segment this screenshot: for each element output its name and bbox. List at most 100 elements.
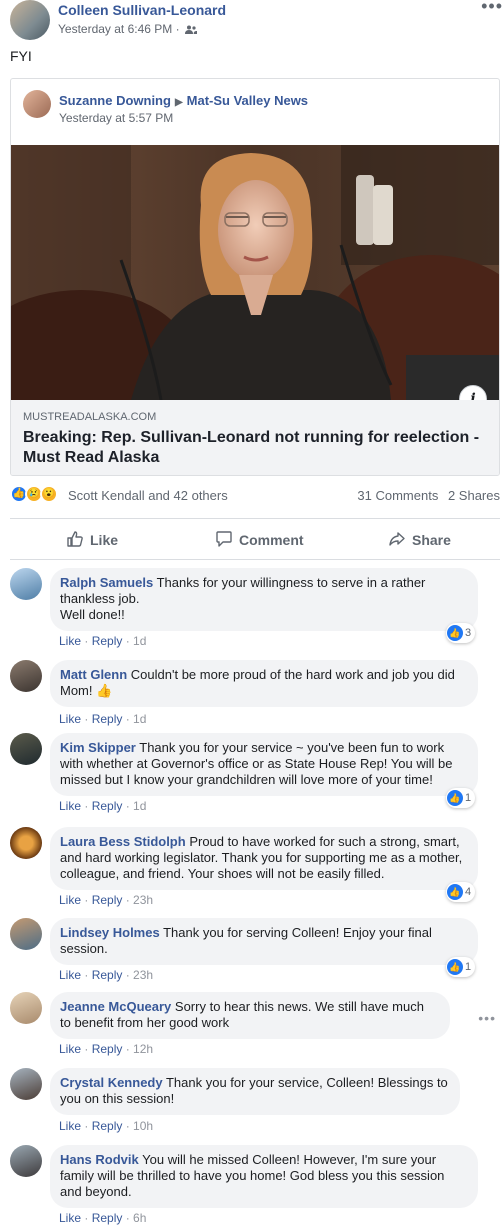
comment-like-count: 4 <box>465 886 472 898</box>
comment-reply-link[interactable]: Reply <box>92 893 123 907</box>
post-author[interactable]: Colleen Sullivan-Leonard <box>58 2 226 18</box>
commenter-name[interactable]: Matt Glenn <box>60 667 127 682</box>
post-timestamp[interactable]: Yesterday at 6:46 PM <box>58 22 172 36</box>
more-options-icon[interactable]: ••• <box>478 1010 496 1026</box>
like-icon: 👍 <box>447 790 463 807</box>
shares-count[interactable]: 2 Shares <box>448 488 500 503</box>
comment-like-count: 1 <box>465 792 472 804</box>
comment-reply-link[interactable]: Reply <box>92 1119 123 1133</box>
comment-reactions[interactable]: 👍 1 <box>446 788 476 808</box>
comment-time[interactable]: 23h <box>133 893 153 907</box>
link-preview-image[interactable] <box>11 145 499 400</box>
comment-item: Hans Rodvik You will he missed Colleen! … <box>10 1145 500 1226</box>
comment-reply-link[interactable]: Reply <box>92 1042 123 1056</box>
comment-bubble: Matt Glenn Couldn't be more proud of the… <box>50 660 478 707</box>
comment-time[interactable]: 1d <box>133 712 146 726</box>
commenter-name[interactable]: Crystal Kennedy <box>60 1075 163 1090</box>
post-actions: Like Comment Share <box>10 518 500 560</box>
commenter-name[interactable]: Hans Rodvik <box>60 1152 139 1167</box>
comment-like-count: 1 <box>465 961 472 973</box>
commenter-name[interactable]: Laura Bess Stidolph <box>60 834 186 849</box>
comment-reply-link[interactable]: Reply <box>92 712 123 726</box>
like-button[interactable]: Like <box>66 519 118 561</box>
comment-time[interactable]: 23h <box>133 968 153 982</box>
commenter-avatar[interactable] <box>10 568 42 600</box>
comment-bubble: Jeanne McQueary Sorry to hear this news.… <box>50 992 450 1039</box>
comment-item: Matt Glenn Couldn't be more proud of the… <box>10 660 500 726</box>
comments-count[interactable]: 31 Comments <box>357 488 438 503</box>
comment-time[interactable]: 6h <box>133 1211 146 1225</box>
comment-reply-link[interactable]: Reply <box>92 968 123 982</box>
comment-item: Laura Bess Stidolph Proud to have worked… <box>10 827 500 911</box>
reacted-by-text[interactable]: Scott Kendall and 42 others <box>68 488 228 503</box>
reactions-summary: 👍 😢 😮 Scott Kendall and 42 others 31 Com… <box>10 484 500 508</box>
comment-like-link[interactable]: Like <box>59 893 81 907</box>
comment-button[interactable]: Comment <box>215 519 503 561</box>
comment-like-link[interactable]: Like <box>59 1211 81 1225</box>
comment-time[interactable]: 1d <box>133 799 146 813</box>
thumbs-up-icon <box>67 531 83 547</box>
comment-time[interactable]: 12h <box>133 1042 153 1056</box>
comment-reactions[interactable]: 👍 3 <box>446 623 476 643</box>
link-title[interactable]: Breaking: Rep. Sullivan-Leonard not runn… <box>23 428 493 468</box>
commenter-name[interactable]: Ralph Samuels <box>60 575 153 590</box>
comment-reply-link[interactable]: Reply <box>92 1211 123 1225</box>
comment-time[interactable]: 10h <box>133 1119 153 1133</box>
comment-actions: Like · Reply · 10h <box>59 1119 154 1133</box>
photo-illustration <box>11 145 499 400</box>
post-meta: Yesterday at 6:46 PM · <box>58 22 197 36</box>
author-avatar[interactable] <box>10 0 50 40</box>
like-icon: 👍 <box>447 884 463 901</box>
comment-bubble: Lindsey Holmes Thank you for serving Col… <box>50 918 478 965</box>
commenter-name[interactable]: Jeanne McQueary <box>60 999 171 1014</box>
commenter-avatar[interactable] <box>10 992 42 1024</box>
comment-reply-link[interactable]: Reply <box>92 634 123 648</box>
commenter-name[interactable]: Lindsey Holmes <box>60 925 160 940</box>
more-options-icon[interactable]: ••• <box>481 0 503 17</box>
comment-like-link[interactable]: Like <box>59 634 81 648</box>
comment-actions: Like · Reply · 1d <box>59 799 147 813</box>
commenter-name[interactable]: Kim Skipper <box>60 740 136 755</box>
comment-actions: Like · Reply · 1d <box>59 634 147 648</box>
commenter-avatar[interactable] <box>10 733 42 765</box>
comment-reactions[interactable]: 👍 1 <box>446 957 476 977</box>
comment-like-link[interactable]: Like <box>59 712 81 726</box>
post-header: Colleen Sullivan-Leonard Yesterday at 6:… <box>10 0 503 42</box>
comment-icon <box>216 531 232 547</box>
link-domain: MUSTREADALASKA.COM <box>23 411 157 423</box>
comment-item: Lindsey Holmes Thank you for serving Col… <box>10 918 500 984</box>
commenter-avatar[interactable] <box>10 1145 42 1177</box>
shared-author-avatar[interactable] <box>23 90 51 118</box>
share-arrow-icon <box>389 532 405 546</box>
comment-item: Crystal Kennedy Thank you for your servi… <box>10 1068 500 1134</box>
friends-icon[interactable] <box>184 25 197 34</box>
comment-like-link[interactable]: Like <box>59 1119 81 1133</box>
comment-reply-link[interactable]: Reply <box>92 799 123 813</box>
share-button[interactable]: Share <box>388 519 451 561</box>
commenter-avatar[interactable] <box>10 827 42 859</box>
comment-bubble: Ralph Samuels Thanks for your willingnes… <box>50 568 478 631</box>
shared-timestamp[interactable]: Yesterday at 5:57 PM <box>59 111 173 125</box>
comment-time[interactable]: 1d <box>133 634 146 648</box>
comment-like-link[interactable]: Like <box>59 1042 81 1056</box>
commenter-avatar[interactable] <box>10 1068 42 1100</box>
comment-reactions[interactable]: 👍 4 <box>446 882 476 902</box>
link-preview-caption[interactable]: MUSTREADALASKA.COM Breaking: Rep. Sulliv… <box>11 400 499 475</box>
comment-like-link[interactable]: Like <box>59 799 81 813</box>
post-text: FYI <box>10 48 32 64</box>
arrow-right-icon: ▶ <box>174 97 183 108</box>
comment-bubble: Laura Bess Stidolph Proud to have worked… <box>50 827 478 890</box>
comment-like-link[interactable]: Like <box>59 968 81 982</box>
reaction-icons[interactable]: 👍 😢 😮 <box>10 485 66 505</box>
engagement-counts: 31 Comments 2 Shares <box>351 488 500 503</box>
comment-actions: Like · Reply · 23h <box>59 968 154 982</box>
comment-like-count: 3 <box>465 627 472 639</box>
comment-item: Ralph Samuels Thanks for your willingnes… <box>10 568 500 652</box>
shared-author-line: Suzanne Downing ▶ Mat-Su Valley News <box>59 93 308 108</box>
shared-target-group[interactable]: Mat-Su Valley News <box>187 93 308 108</box>
commenter-avatar[interactable] <box>10 660 42 692</box>
like-icon: 👍 <box>447 959 463 976</box>
commenter-avatar[interactable] <box>10 918 42 950</box>
comment-actions: Like · Reply · 6h <box>59 1211 147 1225</box>
shared-author[interactable]: Suzanne Downing <box>59 93 171 108</box>
